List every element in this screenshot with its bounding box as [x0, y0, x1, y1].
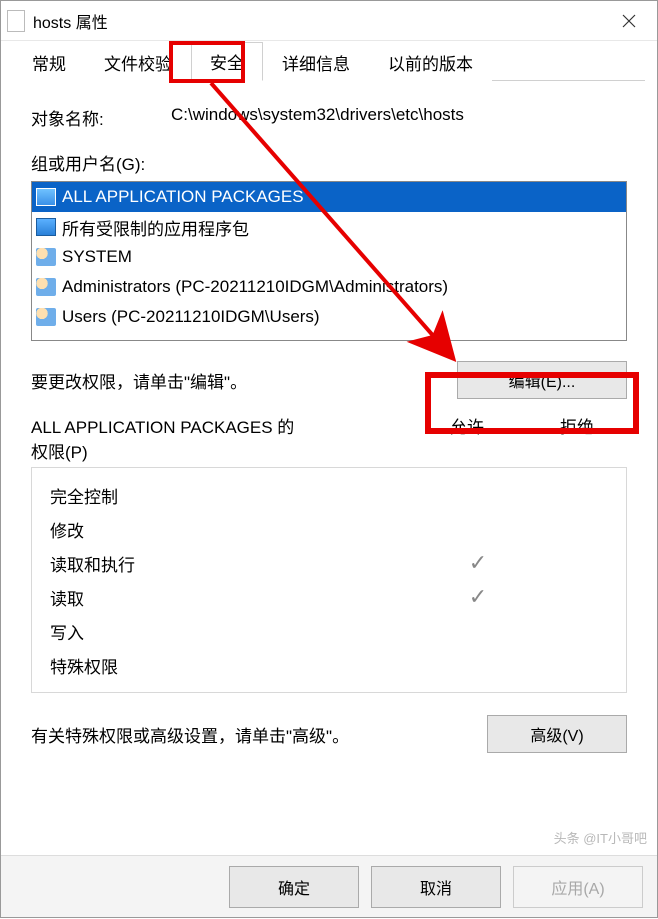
file-icon — [7, 10, 25, 32]
allow-check-icon: ✓ — [428, 550, 528, 576]
object-path: C:\windows\system32\drivers\etc\hosts — [171, 105, 627, 130]
perm-name: 完全控制 — [50, 483, 428, 508]
perm-header-line1: ALL APPLICATION PACKAGES 的 — [31, 413, 407, 438]
list-item[interactable]: Administrators (PC-20211210IDGM\Administ… — [32, 272, 626, 302]
watermark-text: 头条 @IT小哥吧 — [554, 828, 647, 847]
perm-name: 写入 — [50, 619, 428, 644]
security-panel: 对象名称: C:\windows\system32\drivers\etc\ho… — [13, 81, 645, 753]
list-item[interactable]: Users (PC-20211210IDGM\Users) — [32, 302, 626, 332]
list-item-label: SYSTEM — [62, 247, 132, 267]
list-item[interactable]: 所有受限制的应用程序包 — [32, 212, 626, 242]
edit-hint-text: 要更改权限，请单击"编辑"。 — [31, 368, 247, 393]
tab-bar: 常规 文件校验 安全 详细信息 以前的版本 — [13, 45, 645, 81]
ok-button[interactable]: 确定 — [229, 866, 359, 908]
advanced-hint-text: 有关特殊权限或高级设置，请单击"高级"。 — [31, 722, 349, 747]
close-icon — [622, 14, 636, 28]
package-icon — [36, 188, 56, 206]
list-item[interactable]: SYSTEM — [32, 242, 626, 272]
perm-row: 完全控制 — [50, 478, 608, 512]
tab-security[interactable]: 安全 — [191, 42, 263, 81]
list-item-label: Users (PC-20211210IDGM\Users) — [62, 307, 320, 327]
allow-header: 允许 — [407, 413, 527, 463]
perm-row: 修改 — [50, 512, 608, 546]
advanced-button[interactable]: 高级(V) — [487, 715, 627, 753]
list-item-label: ALL APPLICATION PACKAGES — [62, 187, 304, 207]
tab-details[interactable]: 详细信息 — [263, 43, 369, 81]
perm-row: 写入 — [50, 614, 608, 648]
window-title: hosts 属性 — [33, 9, 607, 33]
deny-header: 拒绝 — [527, 413, 627, 463]
users-icon — [36, 248, 56, 266]
groups-listbox[interactable]: ALL APPLICATION PACKAGES 所有受限制的应用程序包 SYS… — [31, 181, 627, 341]
tab-general[interactable]: 常规 — [13, 43, 85, 81]
perm-name: 读取 — [50, 585, 428, 610]
object-name-label: 对象名称: — [31, 105, 171, 130]
perm-name: 读取和执行 — [50, 551, 428, 576]
apply-button: 应用(A) — [513, 866, 643, 908]
tab-previous[interactable]: 以前的版本 — [369, 43, 492, 81]
list-item-label: Administrators (PC-20211210IDGM\Administ… — [62, 277, 448, 297]
properties-window: hosts 属性 常规 文件校验 安全 详细信息 以前的版本 对象名称: C:\… — [0, 0, 658, 918]
list-item-label: 所有受限制的应用程序包 — [62, 215, 249, 240]
list-item[interactable]: ALL APPLICATION PACKAGES — [32, 182, 626, 212]
close-button[interactable] — [607, 3, 651, 39]
allow-check-icon: ✓ — [428, 584, 528, 610]
perm-name: 特殊权限 — [50, 653, 428, 678]
cancel-button[interactable]: 取消 — [371, 866, 501, 908]
dialog-footer: 确定 取消 应用(A) — [1, 855, 657, 917]
titlebar: hosts 属性 — [1, 1, 657, 41]
perm-header-line2: 权限(P) — [31, 438, 407, 463]
permissions-table: 完全控制 修改 读取和执行 ✓ 读取 ✓ — [31, 467, 627, 693]
permissions-header: ALL APPLICATION PACKAGES 的 权限(P) — [31, 413, 407, 463]
edit-button[interactable]: 编辑(E)... — [457, 361, 627, 399]
users-icon — [36, 308, 56, 326]
content-area: 常规 文件校验 安全 详细信息 以前的版本 对象名称: C:\windows\s… — [1, 41, 657, 753]
perm-row: 读取 ✓ — [50, 580, 608, 614]
tab-file-verify[interactable]: 文件校验 — [85, 43, 191, 81]
package-icon — [36, 218, 56, 236]
perm-row: 读取和执行 ✓ — [50, 546, 608, 580]
perm-row: 特殊权限 — [50, 648, 608, 682]
groups-label: 组或用户名(G): — [31, 150, 627, 175]
perm-name: 修改 — [50, 517, 428, 542]
users-icon — [36, 278, 56, 296]
